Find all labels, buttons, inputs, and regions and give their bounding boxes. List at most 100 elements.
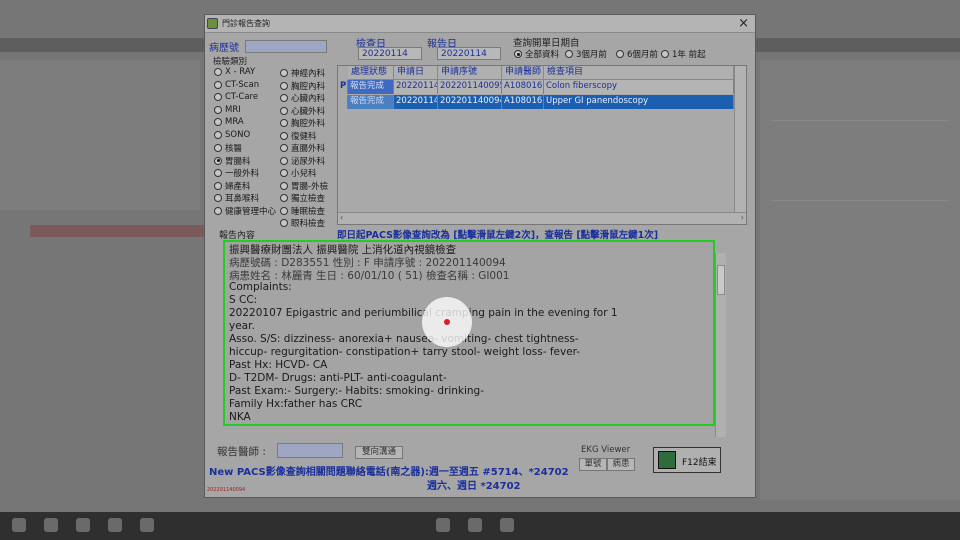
category-radio[interactable]: CT-Care: [214, 92, 258, 102]
taskbar-app-icon[interactable]: [76, 518, 90, 532]
category-radio[interactable]: 胸腔外科: [280, 117, 325, 129]
category-radio[interactable]: 眼科檢查: [280, 217, 325, 229]
radio-icon[interactable]: [280, 69, 288, 77]
radio-icon[interactable]: [214, 68, 222, 76]
pacs-contact-line1: New PACS影像查詢相關問題聯絡電話(南之器):週一至週五 #5714、*2…: [209, 467, 569, 478]
radio-icon[interactable]: [280, 94, 288, 102]
radio-icon[interactable]: [514, 50, 522, 58]
report-list-table: 處理狀態 申請日 申請序號 申請醫師 檢查項目 P 報告完成 20220114 …: [337, 65, 747, 225]
cell-item: Colon fiberscopy: [544, 80, 734, 94]
category-radio-label: 核醫: [225, 144, 243, 154]
radio-icon[interactable]: [214, 93, 222, 101]
category-radio[interactable]: 健康管理中心: [214, 205, 276, 217]
radio-icon[interactable]: [565, 50, 573, 58]
category-radio[interactable]: 神經內科: [280, 67, 325, 79]
report-line: Past Exam:- Surgery:- Habits: smoking- d…: [229, 385, 485, 397]
col-header-doctor[interactable]: 申請醫師: [502, 66, 544, 80]
report-date-field[interactable]: 20220114: [437, 47, 501, 60]
radio-icon[interactable]: [214, 156, 222, 165]
category-radio[interactable]: 小兒科: [280, 167, 317, 179]
report-line: Complaints:: [229, 281, 292, 293]
radio-icon[interactable]: [214, 194, 222, 202]
radio-icon[interactable]: [280, 219, 288, 227]
patient-id-field[interactable]: [245, 40, 327, 53]
scroll-right-icon[interactable]: ›: [741, 213, 744, 222]
radio-icon[interactable]: [280, 144, 288, 152]
scroll-thumb[interactable]: [717, 265, 725, 295]
category-radio[interactable]: CT-Scan: [214, 80, 259, 90]
category-radio[interactable]: 耳鼻喉科: [214, 192, 259, 204]
exam-date-field[interactable]: 20220114: [358, 47, 422, 60]
radio-icon[interactable]: [214, 130, 222, 139]
category-radio[interactable]: 泌尿外科: [280, 155, 325, 167]
radio-icon[interactable]: [280, 106, 288, 115]
cell-doctor: A108016: [502, 80, 544, 94]
radio-icon[interactable]: [280, 194, 288, 202]
category-radio-label: 睡眠檢查: [291, 206, 326, 217]
consult-button[interactable]: 雙向溝通: [355, 446, 403, 459]
col-header-item[interactable]: 檢查項目: [544, 66, 734, 80]
radio-icon[interactable]: [214, 181, 222, 190]
category-radio-label: 眼科檢查: [291, 219, 326, 229]
query-radio-label: 6個月前: [627, 50, 658, 60]
taskbar-app-icon[interactable]: [44, 518, 58, 532]
query-radio[interactable]: 1年 前起: [661, 48, 706, 60]
category-radio[interactable]: 婦產科: [214, 180, 251, 192]
category-radio[interactable]: 直腸外科: [280, 142, 325, 154]
radio-icon[interactable]: [214, 144, 222, 152]
category-radio[interactable]: 胃腸科: [214, 155, 251, 167]
category-radio[interactable]: MRI: [214, 105, 241, 115]
ekg-order-button[interactable]: 單號: [579, 458, 607, 471]
radio-icon[interactable]: [280, 169, 288, 177]
category-radio[interactable]: 心臟內科: [280, 92, 325, 104]
table-vscrollbar[interactable]: [734, 66, 746, 212]
category-radio[interactable]: 睡眠檢查: [280, 205, 325, 217]
radio-icon[interactable]: [214, 118, 222, 126]
radio-icon[interactable]: [280, 131, 288, 140]
scroll-left-icon[interactable]: ‹: [340, 213, 343, 222]
table-row[interactable]: P 報告完成 20220114 202201140095 A108016 Col…: [338, 80, 734, 94]
category-radio[interactable]: 復健科: [280, 130, 317, 142]
category-radio[interactable]: 胃腸-外檢: [280, 180, 328, 192]
query-radio[interactable]: 6個月前: [616, 48, 658, 60]
background-divider: [770, 120, 950, 121]
ekg-patient-button[interactable]: 病患: [607, 458, 635, 471]
category-radio[interactable]: MRA: [214, 117, 244, 127]
query-radio[interactable]: 全部資料: [514, 48, 559, 60]
report-vscrollbar[interactable]: [715, 253, 726, 437]
taskbar-app-icon[interactable]: [140, 518, 154, 532]
col-header-seq[interactable]: 申請序號: [438, 66, 502, 80]
taskbar-app-icon[interactable]: [500, 518, 514, 532]
radio-icon[interactable]: [214, 105, 222, 114]
category-radio[interactable]: 核醫: [214, 142, 242, 154]
taskbar-app-icon[interactable]: [468, 518, 482, 532]
radio-icon[interactable]: [280, 119, 288, 127]
close-icon[interactable]: ×: [738, 16, 749, 31]
taskbar-app-icon[interactable]: [108, 518, 122, 532]
radio-icon[interactable]: [280, 181, 288, 190]
query-radio[interactable]: 3個月前: [565, 48, 607, 60]
radio-icon[interactable]: [214, 80, 222, 89]
radio-icon[interactable]: [214, 206, 222, 215]
radio-icon[interactable]: [280, 206, 288, 215]
taskbar-app-icon[interactable]: [436, 518, 450, 532]
table-row-selected[interactable]: 報告完成 20220114 202201140094 A108016 Upper…: [338, 95, 734, 109]
category-radio[interactable]: 獨立檢查: [280, 192, 325, 204]
report-doctor-field[interactable]: [277, 443, 343, 458]
f12-exit-button[interactable]: F12結束: [653, 447, 721, 473]
radio-icon[interactable]: [214, 169, 222, 177]
col-header-date[interactable]: 申請日: [394, 66, 438, 80]
radio-icon[interactable]: [280, 81, 288, 90]
taskbar-start-icon[interactable]: [12, 518, 26, 532]
col-header-status[interactable]: 處理狀態: [348, 66, 394, 80]
radio-icon[interactable]: [280, 156, 288, 165]
category-radio[interactable]: 心臟外科: [280, 105, 325, 117]
category-radio[interactable]: 胸腔內科: [280, 80, 325, 92]
category-radio[interactable]: SONO: [214, 130, 250, 140]
category-radio[interactable]: X - RAY: [214, 67, 255, 77]
radio-icon[interactable]: [616, 50, 624, 58]
category-radio-label: 小兒科: [291, 169, 317, 179]
table-hscrollbar[interactable]: ‹ ›: [338, 212, 746, 224]
category-radio[interactable]: 一般外科: [214, 167, 259, 179]
radio-icon[interactable]: [661, 50, 669, 58]
